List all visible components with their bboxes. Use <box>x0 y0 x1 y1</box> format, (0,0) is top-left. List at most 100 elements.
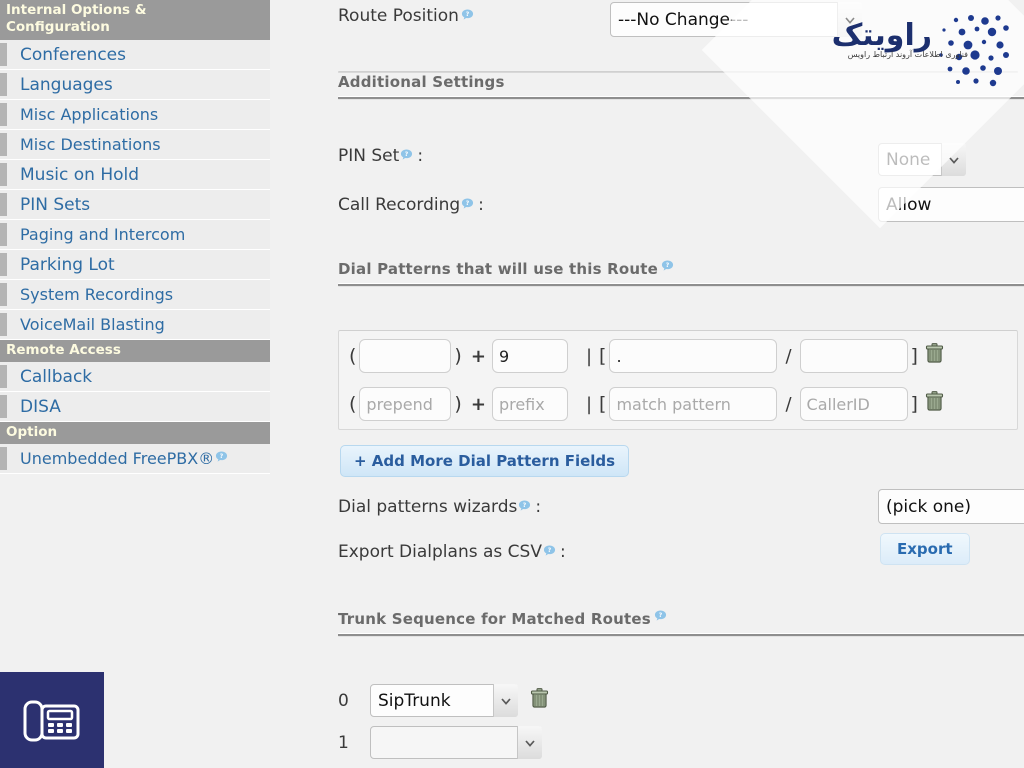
call-recording-select[interactable]: Allow <box>878 187 1024 222</box>
pin-set-select-wrapper[interactable]: None <box>878 143 966 176</box>
match-pattern-input[interactable] <box>609 339 778 373</box>
sidebar-item-disa[interactable]: DISA <box>0 392 270 422</box>
section-divider <box>338 283 1024 287</box>
help-icon[interactable]: ? <box>461 197 474 210</box>
item-marker <box>0 163 7 186</box>
item-marker <box>0 395 7 418</box>
pipe-symbol: | <box>585 393 593 415</box>
dial-pattern-row: ( ) + | [ / ] <box>346 339 945 373</box>
svg-text:?: ? <box>548 547 552 554</box>
sidebar-item-label: Conferences <box>20 44 127 65</box>
route-position-select-wrapper[interactable]: ---No Change--- <box>610 2 862 37</box>
sidebar-item-unembedded-freepbx[interactable]: Unembedded FreePBX® ? <box>0 444 270 474</box>
trunk-select-wrapper[interactable]: SipTrunk <box>370 684 518 717</box>
sidebar-section-header-internal-options: Internal Options & Configuration <box>0 0 270 40</box>
help-icon[interactable]: ? <box>654 609 667 622</box>
pin-set-select[interactable]: None <box>878 143 966 176</box>
dial-patterns-wizards-select[interactable]: (pick one) <box>878 489 1024 524</box>
item-marker <box>0 283 7 306</box>
sidebar-item-label: PIN Sets <box>20 194 91 215</box>
item-marker <box>0 103 7 126</box>
wizards-colon: : <box>535 497 542 517</box>
sidebar-item-label: Music on Hold <box>20 164 140 185</box>
desk-phone-icon <box>23 700 80 742</box>
trunk-select[interactable]: SipTrunk <box>370 684 518 717</box>
help-icon[interactable]: ? <box>543 544 556 557</box>
help-icon[interactable]: ? <box>215 450 228 463</box>
help-icon[interactable]: ? <box>518 499 531 512</box>
trunk-select[interactable] <box>370 726 542 759</box>
prepend-input[interactable] <box>359 387 452 421</box>
dial-patterns-section: Dial Patterns that will use this Route ? <box>338 260 1024 287</box>
trunk-select-wrapper[interactable] <box>370 726 542 759</box>
prefix-input[interactable] <box>491 339 568 373</box>
sidebar-item-voicemail-blasting[interactable]: VoiceMail Blasting <box>0 310 270 340</box>
sidebar-item-label: System Recordings <box>20 285 174 304</box>
sidebar-item-label: Misc Destinations <box>20 135 161 154</box>
match-pattern-input[interactable] <box>609 387 778 421</box>
sidebar: Internal Options & Configuration Confere… <box>0 0 270 768</box>
slash-symbol: / <box>785 393 792 415</box>
help-icon[interactable]: ? <box>461 8 474 21</box>
svg-text:?: ? <box>405 151 409 158</box>
additional-settings-section: Additional Settings <box>338 73 1024 100</box>
add-dial-pattern-fields-button[interactable]: + Add More Dial Pattern Fields <box>340 445 630 477</box>
route-position-label: Route Position <box>338 6 459 26</box>
sidebar-item-label: Misc Applications <box>20 105 159 124</box>
dial-pattern-row: ( ) + | [ / ] <box>346 387 945 421</box>
open-paren: ( <box>349 393 357 415</box>
trash-icon[interactable] <box>530 687 550 714</box>
close-bracket: ] <box>910 345 918 367</box>
pipe-symbol: | <box>585 345 593 367</box>
prefix-input[interactable] <box>491 387 568 421</box>
svg-text:?: ? <box>523 502 527 509</box>
item-marker <box>0 253 7 276</box>
dial-pattern-fields-container: ( ) + | [ / ] ( ) + <box>338 330 1018 430</box>
callerid-input[interactable] <box>799 339 908 373</box>
sidebar-item-misc-applications[interactable]: Misc Applications <box>0 100 270 130</box>
item-marker <box>0 313 7 336</box>
trash-icon[interactable] <box>925 343 945 369</box>
main-content: Route Position ? ---No Change--- Additio… <box>270 0 1024 768</box>
open-bracket: [ <box>599 393 607 415</box>
sidebar-section-header-option: Option <box>0 422 270 444</box>
sidebar-item-parking-lot[interactable]: Parking Lot <box>0 250 270 280</box>
help-icon[interactable]: ? <box>661 259 674 272</box>
sidebar-item-system-recordings[interactable]: System Recordings <box>0 280 270 310</box>
open-bracket: [ <box>599 345 607 367</box>
svg-text:?: ? <box>466 200 470 207</box>
desk-phone-tile <box>0 672 104 768</box>
prepend-input[interactable] <box>359 339 452 373</box>
dial-patterns-wizards-row: Dial patterns wizards ? : <box>338 497 541 517</box>
section-title: Additional Settings <box>338 73 505 91</box>
svg-text:?: ? <box>466 11 470 18</box>
item-marker <box>0 223 7 246</box>
plus-symbol: + <box>470 345 486 367</box>
call-recording-row: Call Recording ? : <box>338 195 484 215</box>
section-title: Dial Patterns that will use this Route <box>338 260 659 278</box>
route-position-select[interactable]: ---No Change--- <box>610 2 862 37</box>
sidebar-item-pin-sets[interactable]: PIN Sets <box>0 190 270 220</box>
export-button[interactable]: Export <box>880 533 970 565</box>
help-icon[interactable]: ? <box>400 148 413 161</box>
section-divider <box>338 633 1024 637</box>
open-paren: ( <box>349 345 357 367</box>
callerid-input[interactable] <box>799 387 908 421</box>
sidebar-item-conferences[interactable]: Conferences <box>0 40 270 70</box>
svg-text:?: ? <box>666 262 670 269</box>
sidebar-item-callback[interactable]: Callback <box>0 362 270 392</box>
sidebar-item-languages[interactable]: Languages <box>0 70 270 100</box>
pin-set-row: PIN Set ? : <box>338 146 423 166</box>
call-recording-select-wrapper[interactable]: Allow <box>878 187 1024 222</box>
call-recording-colon: : <box>478 195 484 215</box>
sidebar-item-music-on-hold[interactable]: Music on Hold <box>0 160 270 190</box>
sidebar-item-label: Callback <box>20 366 93 387</box>
export-dialplans-row: Export Dialplans as CSV ? : <box>338 542 566 562</box>
sidebar-item-misc-destinations[interactable]: Misc Destinations <box>0 130 270 160</box>
sidebar-item-label: Unembedded FreePBX® <box>20 449 215 468</box>
item-marker <box>0 133 7 156</box>
sidebar-item-paging-and-intercom[interactable]: Paging and Intercom <box>0 220 270 250</box>
trash-icon[interactable] <box>925 391 945 417</box>
dial-patterns-wizards-select-wrapper[interactable]: (pick one) <box>878 489 1024 524</box>
item-marker <box>0 43 7 66</box>
